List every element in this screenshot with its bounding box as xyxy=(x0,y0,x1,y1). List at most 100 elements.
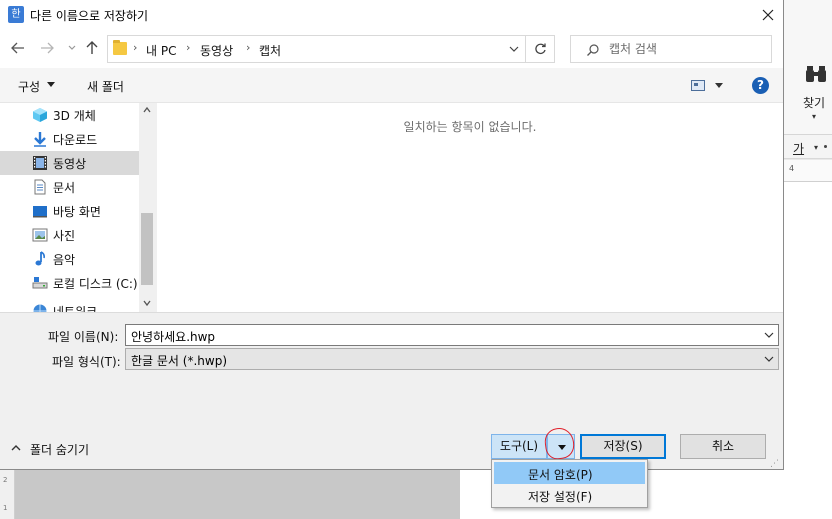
chevron-down-icon xyxy=(509,46,519,52)
menu-item-label: 저장 설정(F) xyxy=(528,490,593,504)
save-as-dialog: 한 다른 이름으로 저장하기 › 내 PC › 동영상 › 캡처 캡처 검색 구… xyxy=(0,0,784,470)
organize-button[interactable]: 구성 xyxy=(18,78,40,95)
music-note-icon xyxy=(35,251,45,266)
cube-icon xyxy=(33,108,47,122)
chevron-down-icon xyxy=(68,45,76,50)
sidebar-item-label: 동영상 xyxy=(53,157,87,171)
pane-divider xyxy=(0,312,783,313)
menu-item-document-password[interactable]: 문서 암호(P) xyxy=(494,462,645,484)
tools-button[interactable]: 도구(L) xyxy=(491,434,547,459)
document-icon xyxy=(34,179,46,195)
sidebar-scroll-thumb[interactable] xyxy=(141,213,153,285)
breadcrumb-my-pc[interactable]: 내 PC xyxy=(146,42,176,59)
chevron-up-icon[interactable] xyxy=(143,106,151,114)
sidebar-scrollbar[interactable] xyxy=(139,103,155,312)
breadcrumb-videos[interactable]: 동영상 xyxy=(200,42,233,59)
close-button[interactable] xyxy=(752,0,784,30)
filetype-select[interactable]: 한글 문서 (*.hwp) xyxy=(125,348,779,370)
folder-icon xyxy=(113,40,127,55)
address-bar[interactable]: › 내 PC › 동영상 › 캡처 xyxy=(107,35,526,63)
sidebar-item-label: 3D 개체 xyxy=(53,109,96,123)
sidebar-item-downloads[interactable]: 다운로드 xyxy=(0,127,139,151)
hide-folders-button[interactable]: 폴더 숨기기 xyxy=(30,441,89,458)
organize-dropdown-icon[interactable] xyxy=(47,82,55,87)
arrow-right-icon xyxy=(41,42,54,54)
file-list[interactable]: 일치하는 항목이 없습니다. xyxy=(157,103,783,312)
chevron-down-icon[interactable] xyxy=(764,354,774,364)
sidebar-item-label: 바탕 화면 xyxy=(53,205,101,219)
forward-button[interactable] xyxy=(39,40,55,56)
background-document-page xyxy=(784,182,832,512)
view-mode-icon[interactable] xyxy=(691,80,705,91)
search-box[interactable] xyxy=(570,35,772,63)
sidebar-item-3d-objects[interactable]: 3D 개체 xyxy=(0,103,139,127)
film-icon xyxy=(33,156,47,170)
help-button[interactable]: ? xyxy=(752,77,769,94)
sidebar-item-network[interactable]: 네트워크 xyxy=(0,299,139,312)
sidebar-item-label: 로컬 디스크 (C:) xyxy=(53,277,138,291)
background-vertical-ruler: 2 1 xyxy=(0,470,15,519)
drive-icon xyxy=(32,277,48,289)
hwp-app-icon: 한 xyxy=(8,6,24,23)
sidebar-item-desktop[interactable]: 바탕 화면 xyxy=(0,199,139,223)
chevron-up-icon[interactable] xyxy=(11,443,21,453)
breadcrumb-capture[interactable]: 캡처 xyxy=(259,42,281,59)
empty-list-message: 일치하는 항목이 없습니다. xyxy=(403,120,537,134)
download-arrow-icon xyxy=(34,132,46,147)
menu-item-save-settings[interactable]: 저장 설정(F) xyxy=(494,484,645,506)
sidebar-item-label: 네트워크 xyxy=(53,305,98,312)
sidebar-item-label: 문서 xyxy=(53,181,76,195)
desktop-icon xyxy=(33,206,47,218)
cancel-button[interactable]: 취소 xyxy=(680,434,766,459)
breadcrumb-separator: › xyxy=(246,41,251,54)
recent-locations-button[interactable] xyxy=(64,40,80,56)
refresh-icon xyxy=(534,43,546,54)
up-button[interactable] xyxy=(84,40,100,56)
save-button[interactable]: 저장(S) xyxy=(580,434,666,459)
address-dropdown-button[interactable] xyxy=(508,43,520,55)
arrow-left-icon xyxy=(11,42,24,54)
find-dropdown-arrow[interactable]: ▾ xyxy=(812,112,816,121)
picture-icon xyxy=(32,228,48,242)
filetype-value: 한글 문서 (*.hwp) xyxy=(131,354,228,368)
ruler-number: 4 xyxy=(789,164,795,173)
breadcrumb-separator: › xyxy=(186,41,191,54)
back-button[interactable] xyxy=(10,40,26,56)
chevron-down-icon[interactable] xyxy=(764,330,774,340)
resize-grip[interactable]: ⋰ xyxy=(770,459,779,469)
tools-menu: 문서 암호(P) 저장 설정(F) xyxy=(491,459,648,508)
sidebar-item-local-disk[interactable]: 로컬 디스크 (C:) xyxy=(0,271,139,295)
view-mode-dropdown-icon[interactable] xyxy=(715,83,723,88)
search-input[interactable] xyxy=(609,41,759,57)
sidebar-item-label: 음악 xyxy=(53,253,76,267)
find-label[interactable]: 찾기 xyxy=(803,94,825,111)
background-page-area xyxy=(15,470,460,519)
font-style-button[interactable]: 가 xyxy=(793,140,804,157)
chevron-down-icon[interactable] xyxy=(143,299,151,307)
font-style-dropdown-arrow[interactable]: ▾ xyxy=(814,143,818,152)
new-folder-button[interactable]: 새 폴더 xyxy=(87,78,124,95)
filename-value: 안녕하세요.hwp xyxy=(131,330,216,344)
sidebar-item-pictures[interactable]: 사진 xyxy=(0,223,139,247)
close-icon xyxy=(762,9,774,21)
filename-field[interactable]: 안녕하세요.hwp xyxy=(125,324,779,346)
dialog-title: 다른 이름으로 저장하기 xyxy=(30,9,149,23)
menu-item-label: 문서 암호(P) xyxy=(528,468,593,482)
arrow-up-icon xyxy=(86,41,98,54)
search-icon xyxy=(587,44,599,56)
sidebar-item-label: 다운로드 xyxy=(53,133,98,147)
sidebar-item-videos[interactable]: 동영상 xyxy=(0,151,139,175)
navigation-bar: › 내 PC › 동영상 › 캡처 xyxy=(0,30,783,68)
sidebar-item-music[interactable]: 음악 xyxy=(0,247,139,271)
vertical-ruler-mark: 2 xyxy=(3,476,8,484)
binoculars-icon[interactable] xyxy=(805,64,827,84)
network-icon xyxy=(33,304,47,312)
sidebar-item-label: 사진 xyxy=(53,229,76,243)
refresh-button[interactable] xyxy=(526,35,555,63)
font-bar-dot xyxy=(824,145,827,148)
filename-label: 파일 이름(N): xyxy=(48,330,119,344)
vertical-ruler-mark: 1 xyxy=(3,504,8,512)
command-toolbar: 구성 새 폴더 ? xyxy=(0,68,783,103)
navigation-pane: 3D 개체 다운로드 동영상 문서 바탕 화면 사진 음악 로컬 디스크 (C:… xyxy=(0,103,155,312)
sidebar-item-documents[interactable]: 문서 xyxy=(0,175,139,199)
